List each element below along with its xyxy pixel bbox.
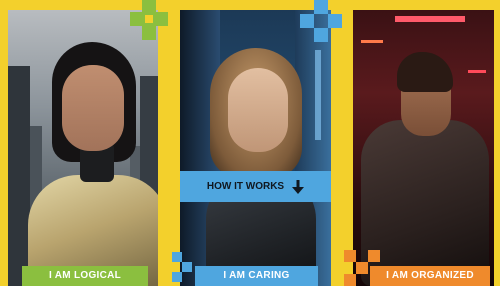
hero-stage: I AM LOGICAL I AM CARING I AM ORGANIZED … — [0, 0, 500, 286]
caption-caring: I AM CARING — [195, 266, 318, 286]
portrait-image-right — [353, 10, 494, 286]
caption-organized: I AM ORGANIZED — [370, 266, 490, 286]
how-it-works-button[interactable]: HOW IT WORKS — [180, 171, 331, 202]
portrait-image-left — [8, 10, 158, 286]
how-it-works-label: HOW IT WORKS — [206, 181, 285, 192]
card-caring[interactable] — [180, 10, 331, 286]
portrait-image-center — [180, 10, 331, 286]
card-logical[interactable] — [8, 10, 158, 286]
arrow-down-icon — [292, 179, 305, 194]
blue-pixel-icon — [300, 0, 342, 42]
card-organized[interactable] — [353, 10, 494, 286]
green-cross-icon — [130, 0, 168, 40]
caption-logical: I AM LOGICAL — [22, 266, 148, 286]
